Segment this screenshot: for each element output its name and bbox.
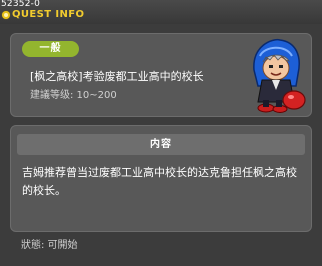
quest-title: [枫之高校]考验废都工业高中的校长 — [30, 70, 204, 83]
title-bar[interactable]: 52352-0 QUEST INFO — [0, 0, 322, 24]
npc-portrait — [246, 36, 308, 114]
content-header: 内容 — [17, 134, 305, 155]
level-requirement: 建議等级: 10~200 — [30, 90, 117, 101]
quest-info-window: 52352-0 QUEST INFO 一般 [枫之高校]考验废都工业高中的校长 … — [0, 0, 322, 266]
window-title: QUEST INFO — [12, 9, 85, 20]
quest-marker-icon — [2, 11, 10, 19]
quest-content-panel: 内容 吉姆推荐曾当过废都工业高中校长的达克鲁担任枫之高校的校长。 — [10, 125, 312, 232]
quest-status: 狀態: 可開始 — [21, 240, 78, 251]
quest-description: 吉姆推荐曾当过废都工业高中校长的达克鲁担任枫之高校的校长。 — [22, 166, 297, 197]
category-badge: 一般 — [22, 41, 79, 57]
quest-header-panel: 一般 [枫之高校]考验废都工业高中的校长 建議等级: 10~200 — [10, 33, 312, 117]
